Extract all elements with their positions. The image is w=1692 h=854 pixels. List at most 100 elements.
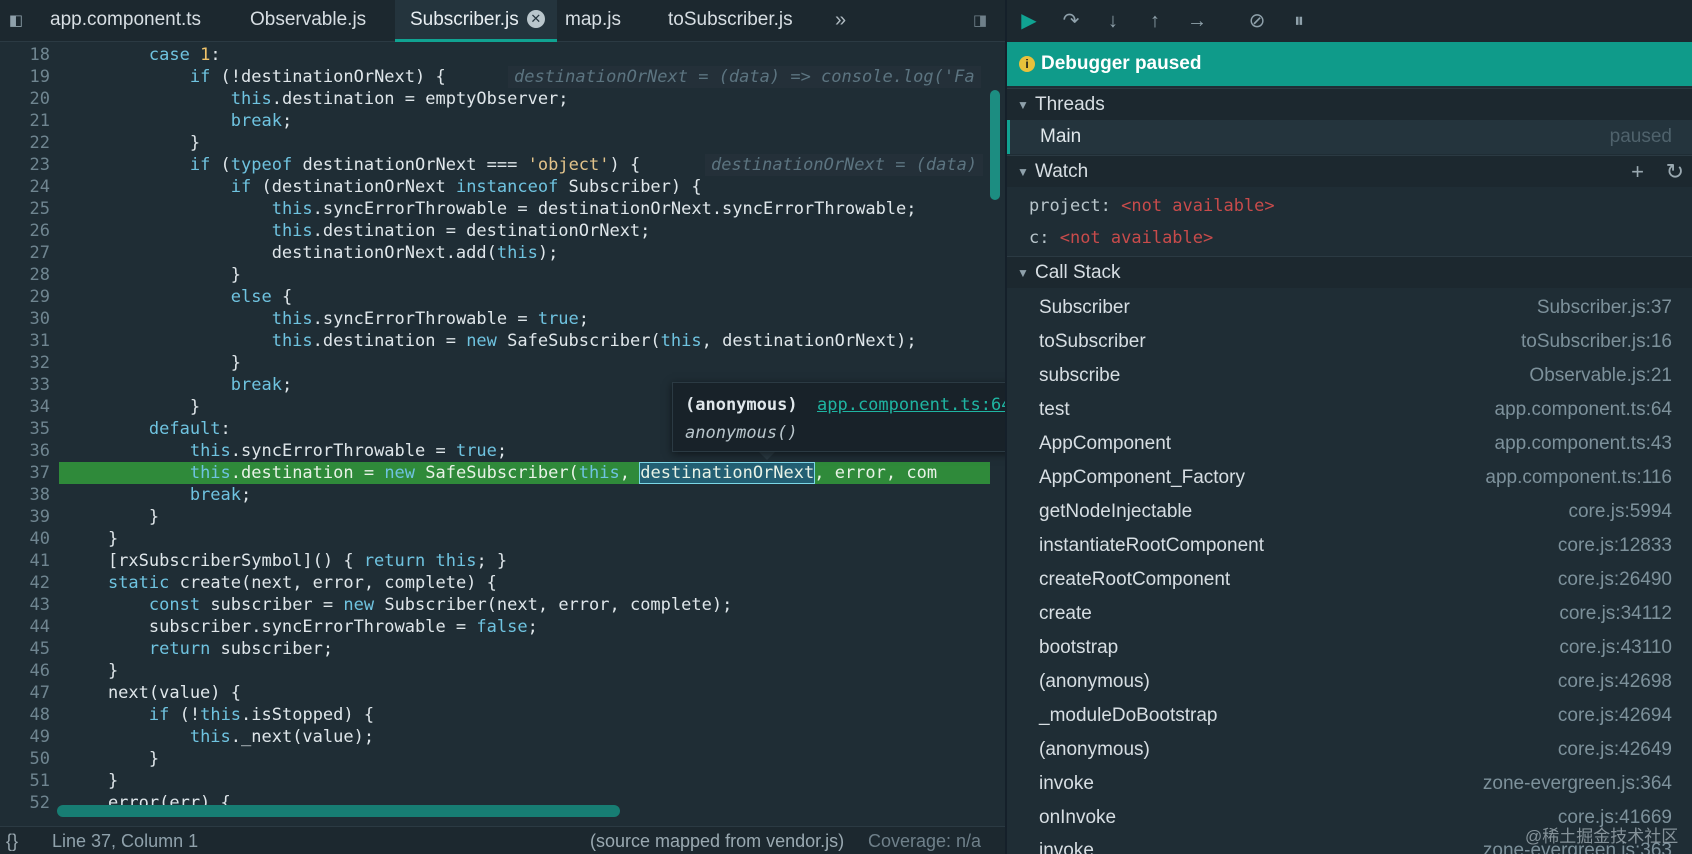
code-line: } bbox=[67, 771, 119, 791]
frame-location: toSubscriber.js:16 bbox=[1520, 331, 1672, 352]
add-watch-icon[interactable]: + bbox=[1631, 156, 1644, 188]
line-number: 41 bbox=[29, 551, 50, 571]
debugger-toolbar: ▶ ↷ ↓ ↑ → ⊘ ⏸ bbox=[1007, 0, 1692, 42]
thread-main[interactable]: Main paused bbox=[1007, 120, 1692, 154]
watch-item[interactable]: project: <not available> bbox=[1007, 190, 1692, 222]
step-into-icon[interactable]: ↓ bbox=[1099, 8, 1127, 34]
stack-frame[interactable]: create core.js:34112 bbox=[1007, 597, 1692, 631]
line-number: 42 bbox=[29, 573, 50, 593]
more-tabs-icon[interactable]: » bbox=[835, 0, 846, 42]
threads-header[interactable]: ▼ Threads bbox=[1007, 88, 1692, 120]
stack-frame[interactable]: (anonymous) core.js:42698 bbox=[1007, 665, 1692, 699]
code-line: subscriber.syncErrorThrowable = false; bbox=[67, 617, 538, 637]
tab-observable[interactable]: Observable.js bbox=[250, 0, 366, 42]
frame-name: getNodeInjectable bbox=[1039, 501, 1193, 522]
source-mapped-link[interactable]: (source mapped from vendor.js) bbox=[590, 827, 844, 854]
tab-map[interactable]: map.js bbox=[565, 0, 621, 42]
step-icon[interactable]: → bbox=[1183, 8, 1211, 34]
code-line: } bbox=[67, 507, 160, 527]
callstack-header[interactable]: ▼ Call Stack bbox=[1007, 256, 1692, 288]
code-line: this.syncErrorThrowable = true; bbox=[271, 309, 590, 329]
code-line: return subscriber; bbox=[148, 639, 334, 659]
tab-subscriber[interactable]: Subscriber.js ✕ bbox=[395, 0, 557, 42]
frame-location: core.js:12833 bbox=[1557, 535, 1672, 556]
frame-location: Subscriber.js:37 bbox=[1536, 297, 1672, 318]
callstack-label: Call Stack bbox=[1035, 262, 1121, 283]
frame-name: invoke bbox=[1039, 773, 1094, 794]
stack-frame[interactable]: getNodeInjectable core.js:5994 bbox=[1007, 495, 1692, 529]
frame-name: (anonymous) bbox=[1039, 739, 1150, 760]
pause-on-exceptions-icon[interactable]: ⏸ bbox=[1285, 8, 1313, 34]
debugger-panel: ▶ ↷ ↓ ↑ → ⊘ ⏸ i Debugger paused ▼ Thread… bbox=[1005, 0, 1692, 854]
line-number: 40 bbox=[29, 529, 50, 549]
frame-location: app.component.ts:43 bbox=[1494, 433, 1672, 454]
stack-frame[interactable]: toSubscriber toSubscriber.js:16 bbox=[1007, 325, 1692, 359]
watch-expression: project: bbox=[1029, 196, 1122, 216]
frame-name: onInvoke bbox=[1039, 807, 1117, 828]
stack-frame[interactable]: (anonymous) core.js:42649 bbox=[1007, 733, 1692, 767]
code-line: if (!this.isStopped) { bbox=[148, 705, 375, 725]
watch-header[interactable]: ▼ Watch + ↻ bbox=[1007, 155, 1692, 187]
threads-label: Threads bbox=[1035, 94, 1105, 115]
tab-tosubscriber[interactable]: toSubscriber.js bbox=[668, 0, 793, 42]
code-line: if (typeof destinationOrNext === 'object… bbox=[189, 155, 641, 175]
expand-triangle-icon: ▼ bbox=[1017, 266, 1029, 280]
line-number: 50 bbox=[29, 749, 50, 769]
frame-location: zone-evergreen.js:364 bbox=[1482, 773, 1672, 794]
stack-frame[interactable]: invoke zone-evergreen.js:364 bbox=[1007, 767, 1692, 801]
close-tab-icon[interactable]: ✕ bbox=[526, 10, 545, 28]
right-panel-toggle-icon[interactable]: ◨ bbox=[968, 10, 992, 32]
frame-name: bootstrap bbox=[1039, 637, 1119, 658]
code-line: this.destination = destinationOrNext; bbox=[271, 221, 651, 241]
thread-state: paused bbox=[1609, 126, 1672, 147]
code-line: if (!destinationOrNext) { bbox=[189, 67, 446, 87]
vertical-scrollbar[interactable] bbox=[990, 90, 1000, 200]
line-number: 32 bbox=[29, 353, 50, 373]
code-line: else { bbox=[230, 287, 293, 307]
stack-frame[interactable]: Subscriber Subscriber.js:37 bbox=[1007, 291, 1692, 325]
stack-frame[interactable]: instantiateRootComponent core.js:12833 bbox=[1007, 529, 1692, 563]
stack-frame[interactable]: subscribe Observable.js:21 bbox=[1007, 359, 1692, 393]
line-number: 36 bbox=[29, 441, 50, 461]
frame-name: create bbox=[1039, 603, 1092, 624]
stack-frame[interactable]: test app.component.ts:64 bbox=[1007, 393, 1692, 427]
code-line: case 1: bbox=[148, 45, 221, 65]
deactivate-breakpoints-icon[interactable]: ⊘ bbox=[1243, 8, 1271, 34]
line-number: 43 bbox=[29, 595, 50, 615]
tooltip-source-link[interactable]: app.component.ts:64 bbox=[817, 395, 1011, 415]
code-line: if (destinationOrNext instanceof Subscri… bbox=[230, 177, 702, 197]
hovered-token: destinationOrNext bbox=[639, 462, 816, 484]
stack-frame[interactable]: createRootComponent core.js:26490 bbox=[1007, 563, 1692, 597]
horizontal-scrollbar[interactable] bbox=[57, 805, 620, 817]
step-out-icon[interactable]: ↑ bbox=[1141, 8, 1169, 34]
line-number: 22 bbox=[29, 133, 50, 153]
expand-triangle-icon: ▼ bbox=[1017, 165, 1029, 179]
line-number: 28 bbox=[29, 265, 50, 285]
code-line: } bbox=[67, 397, 201, 417]
code-line: this.destination = new SafeSubscriber(th… bbox=[189, 462, 938, 484]
stack-frame[interactable]: AppComponent app.component.ts:43 bbox=[1007, 427, 1692, 461]
resume-icon[interactable]: ▶ bbox=[1015, 8, 1043, 34]
code-line: default: bbox=[148, 419, 231, 439]
step-over-icon[interactable]: ↷ bbox=[1057, 8, 1085, 34]
stack-frame[interactable]: _moduleDoBootstrap core.js:42694 bbox=[1007, 699, 1692, 733]
tab-label: toSubscriber.js bbox=[668, 9, 793, 30]
code-line: break; bbox=[230, 111, 293, 131]
refresh-watch-icon[interactable]: ↻ bbox=[1666, 156, 1684, 188]
pretty-print-icon[interactable]: {} bbox=[6, 827, 18, 854]
frame-name: test bbox=[1039, 399, 1070, 420]
source-editor: ◧ app.component.ts Observable.js Subscri… bbox=[0, 0, 1022, 854]
watch-value: <not available> bbox=[1059, 228, 1214, 248]
tooltip-arrow bbox=[758, 451, 776, 460]
stack-frame[interactable]: AppComponent_Factory app.component.ts:116 bbox=[1007, 461, 1692, 495]
code-line: break; bbox=[189, 485, 252, 505]
frame-location: core.js:42698 bbox=[1557, 671, 1672, 692]
watch-item[interactable]: c: <not available> bbox=[1007, 222, 1692, 254]
inline-value-hint: destinationOrNext = (data) bbox=[705, 154, 984, 176]
stack-frame[interactable]: bootstrap core.js:43110 bbox=[1007, 631, 1692, 665]
sidebar-toggle-icon[interactable]: ◧ bbox=[4, 10, 28, 32]
tab-label: Observable.js bbox=[250, 9, 367, 30]
code-line: this.destination = new SafeSubscriber(th… bbox=[271, 331, 917, 351]
code-line: } bbox=[67, 529, 119, 549]
tab-app-component[interactable]: app.component.ts bbox=[50, 0, 201, 42]
